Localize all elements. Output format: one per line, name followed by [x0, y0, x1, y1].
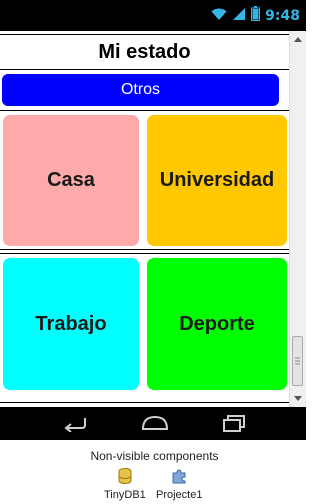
scroll-up-icon[interactable]	[294, 37, 302, 42]
signal-icon	[232, 7, 246, 26]
nav-bar	[0, 407, 306, 440]
wifi-icon	[211, 7, 227, 26]
trabajo-button[interactable]: Trabajo	[3, 258, 139, 390]
status-bar: 9:48	[0, 0, 306, 31]
database-icon	[118, 468, 132, 487]
scroll-down-icon[interactable]	[294, 396, 302, 401]
divider-bottom	[0, 402, 289, 403]
tinydb-component[interactable]: TinyDB1	[104, 468, 146, 501]
projecte-component[interactable]: Projecte1	[156, 468, 202, 501]
status-icons: 9:48	[211, 6, 300, 26]
home-icon[interactable]	[141, 414, 169, 437]
app-screen: Mi estado Otros Casa Universidad Trabajo…	[0, 31, 306, 407]
scroll-thumb[interactable]	[292, 336, 303, 386]
battery-icon	[251, 6, 261, 26]
divider-middle-1	[0, 249, 289, 250]
puzzle-icon	[171, 468, 187, 487]
status-time: 9:48	[265, 8, 300, 24]
back-icon[interactable]	[63, 414, 89, 437]
phone-viewer: 9:48 Mi estado Otros Casa Universidad Tr…	[0, 0, 306, 440]
tinydb-label: TinyDB1	[104, 489, 146, 501]
divider-top	[0, 110, 289, 111]
divider-middle-2	[0, 253, 289, 254]
deporte-button[interactable]: Deporte	[147, 258, 287, 390]
page-title: Mi estado	[98, 40, 191, 63]
projecte-label: Projecte1	[156, 489, 203, 501]
non-visible-title: Non-visible components	[90, 449, 219, 463]
recents-icon[interactable]	[222, 414, 246, 437]
title-bar: Mi estado	[0, 34, 289, 70]
universidad-button[interactable]: Universidad	[147, 115, 287, 246]
vertical-scrollbar[interactable]	[289, 31, 306, 407]
screen-content: Mi estado Otros Casa Universidad Trabajo…	[0, 31, 289, 407]
otros-button[interactable]: Otros	[2, 74, 279, 106]
non-visible-components: Non-visible components TinyDB1 Projecte1	[0, 440, 309, 504]
casa-button[interactable]: Casa	[3, 115, 139, 246]
